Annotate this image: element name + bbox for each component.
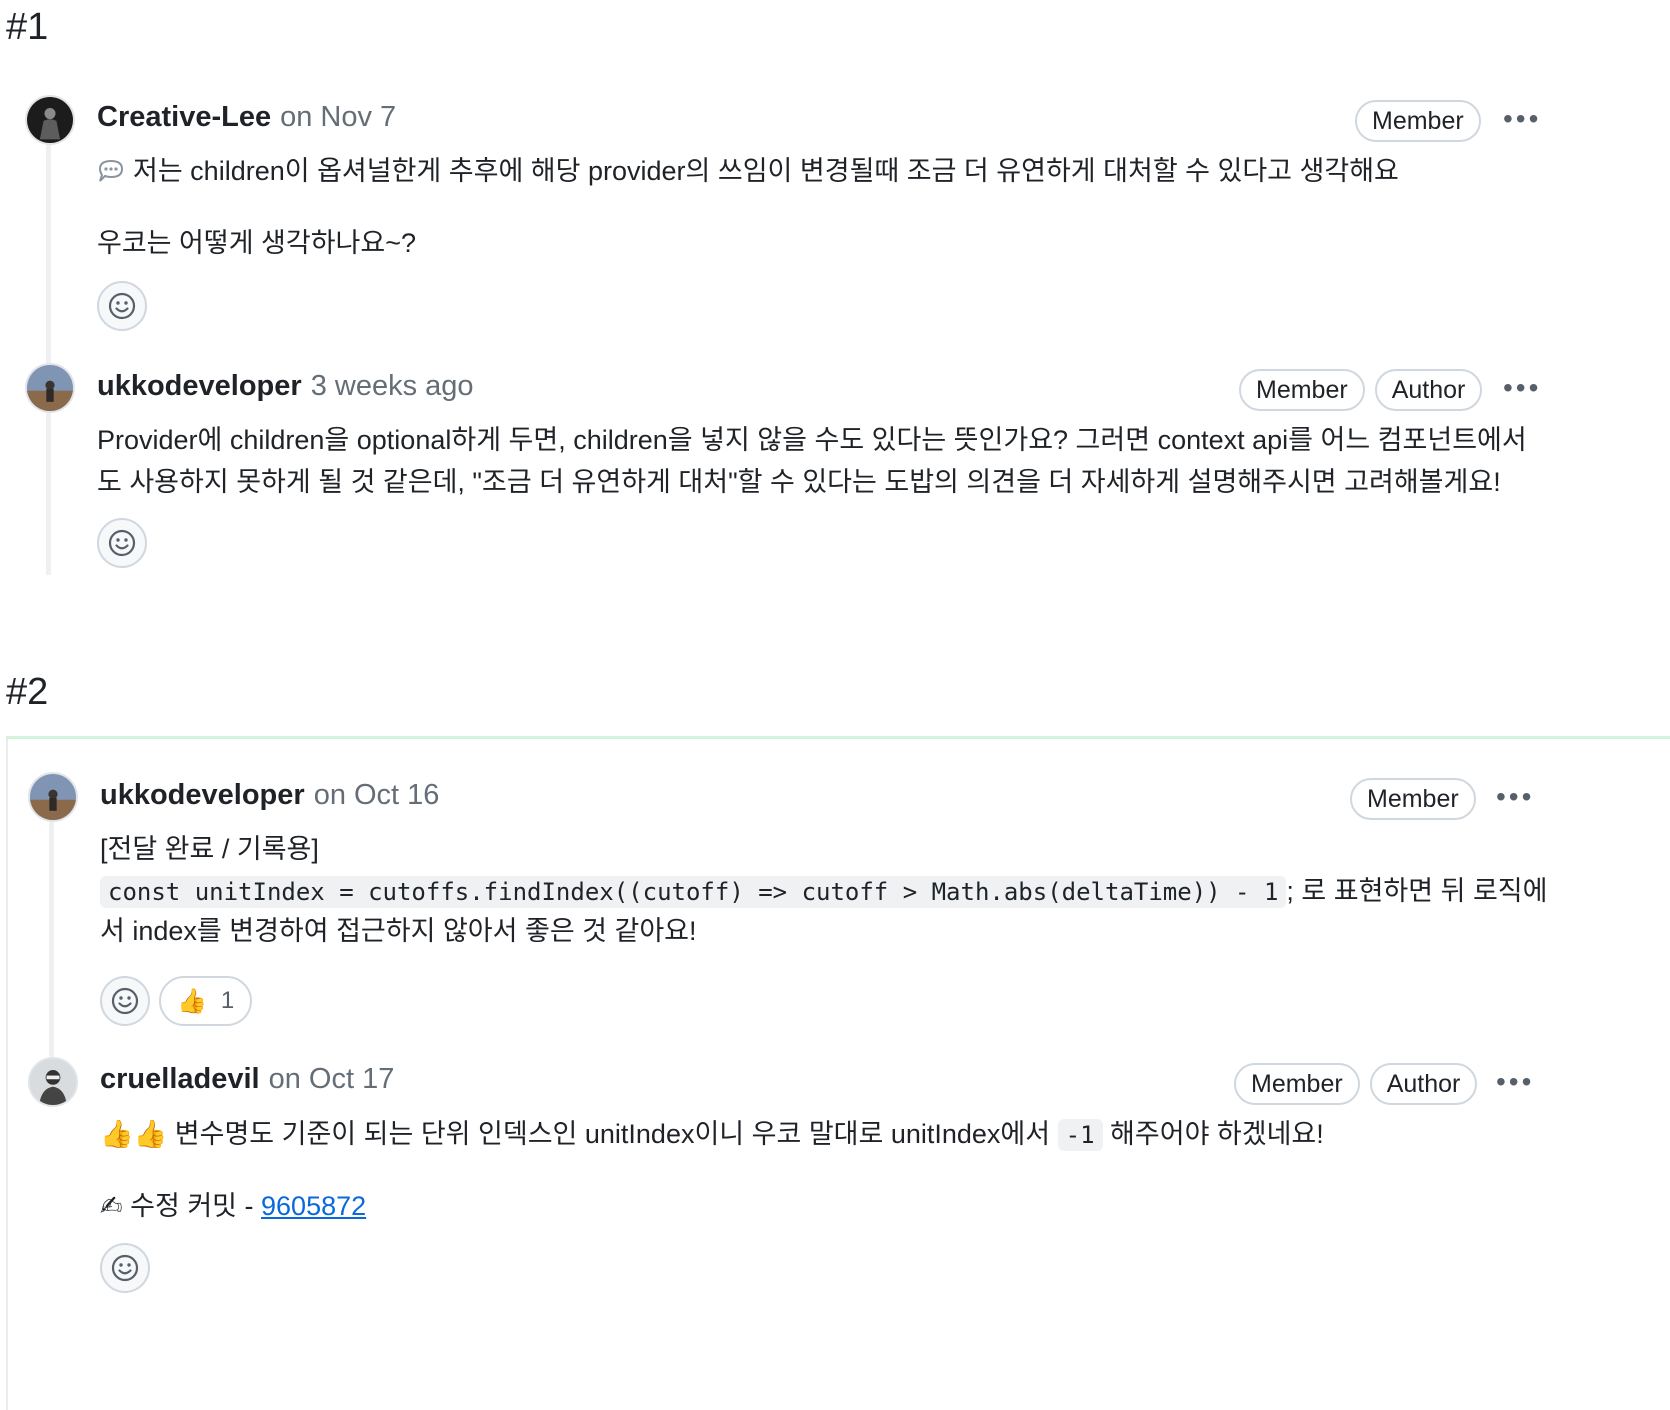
author-badge: Author bbox=[1374, 369, 1483, 411]
section-divider bbox=[6, 736, 1670, 739]
smiley-icon bbox=[111, 1254, 139, 1282]
comment-header: Creative-Lee on Nov 7 bbox=[97, 97, 396, 137]
add-reaction-button[interactable] bbox=[97, 518, 147, 568]
comment-date[interactable]: 3 weeks ago bbox=[311, 370, 474, 403]
badge-group: Member bbox=[1350, 778, 1476, 820]
speech-bubble-icon bbox=[98, 159, 124, 182]
comment-date[interactable]: on Oct 16 bbox=[314, 779, 440, 812]
comment-text: 수정 커밋 - bbox=[130, 1191, 254, 1221]
smiley-icon bbox=[111, 987, 139, 1015]
comment-date[interactable]: on Oct 17 bbox=[269, 1063, 395, 1096]
commit-link[interactable]: 9605872 bbox=[261, 1191, 366, 1221]
section-label-2: #2 bbox=[6, 671, 49, 713]
comment-text: 변수명도 기준이 되는 단위 인덱스인 unitIndex이니 우코 말대로 u… bbox=[174, 1119, 1051, 1149]
add-reaction-button[interactable] bbox=[97, 281, 147, 331]
thumbs-up-icon: 👍 bbox=[177, 987, 207, 1015]
badge-group: Member bbox=[1355, 100, 1481, 142]
comment-date[interactable]: on Nov 7 bbox=[280, 101, 396, 134]
thumbs-up-reaction[interactable]: 👍 1 bbox=[159, 976, 253, 1026]
author-name[interactable]: ukkodeveloper bbox=[97, 370, 302, 403]
section-label-1: #1 bbox=[6, 6, 49, 48]
smiley-icon bbox=[108, 292, 136, 320]
smiley-icon bbox=[108, 529, 136, 557]
member-badge: Member bbox=[1350, 778, 1476, 820]
comment-header: ukkodeveloper on Oct 16 bbox=[100, 775, 439, 815]
member-badge: Member bbox=[1355, 100, 1481, 142]
comment-body-line: 👍👍 변수명도 기준이 되는 단위 인덱스인 unitIndex이니 우코 말대… bbox=[100, 1113, 1324, 1156]
comment-body-line: ✍ 수정 커밋 - 9605872 bbox=[100, 1185, 366, 1227]
comment-paragraph: 도 사용하지 못하게 될 것 같은데, "조금 더 유연하게 대처"할 수 있다… bbox=[97, 467, 1501, 497]
comment-text: 서 index를 변경하여 접근하지 않아서 좋은 것 같아요! bbox=[100, 916, 697, 946]
reaction-count: 1 bbox=[220, 987, 235, 1014]
author-name[interactable]: Creative-Lee bbox=[97, 101, 271, 134]
badge-group: Member Author bbox=[1239, 369, 1483, 411]
thumbs-up-icon: 👍👍 bbox=[100, 1119, 168, 1149]
avatar-ukkodeveloper[interactable] bbox=[25, 363, 75, 413]
member-badge: Member bbox=[1239, 369, 1365, 411]
author-name[interactable]: cruelladevil bbox=[100, 1063, 260, 1096]
add-reaction-button[interactable] bbox=[100, 976, 150, 1026]
comment-body-line: 저는 children이 옵셔널한게 추후에 해당 provider의 쓰임이 … bbox=[97, 150, 1399, 192]
comment-paragraph: 저는 children이 옵셔널한게 추후에 해당 provider의 쓰임이 … bbox=[133, 156, 1399, 186]
author-name[interactable]: ukkodeveloper bbox=[100, 779, 305, 812]
comment-paragraph: 우코는 어떻게 생각하나요~? bbox=[97, 228, 417, 258]
more-options-button[interactable]: ••• bbox=[1496, 1068, 1534, 1096]
author-badge: Author bbox=[1369, 1063, 1478, 1105]
add-reaction-button[interactable] bbox=[100, 1243, 150, 1293]
more-options-button[interactable]: ••• bbox=[1503, 374, 1541, 402]
comment-header: ukkodeveloper 3 weeks ago bbox=[97, 366, 474, 406]
thread-border bbox=[6, 739, 8, 1410]
more-options-button[interactable]: ••• bbox=[1496, 783, 1534, 811]
comment-text: ; 로 표현하면 뒤 로직에 bbox=[1286, 876, 1548, 906]
member-badge: Member bbox=[1234, 1063, 1360, 1105]
timeline-line bbox=[46, 140, 51, 575]
avatar-cruelladevil[interactable] bbox=[28, 1057, 78, 1107]
more-options-button[interactable]: ••• bbox=[1503, 105, 1541, 133]
avatar-creative-lee[interactable] bbox=[25, 95, 75, 145]
inline-code: -1 bbox=[1057, 1119, 1103, 1151]
inline-code: const unitIndex = cutoffs.findIndex((cut… bbox=[100, 876, 1287, 908]
writing-hand-icon: ✍ bbox=[100, 1191, 123, 1221]
badge-group: Member Author bbox=[1234, 1063, 1478, 1105]
comment-text: 해주어야 하겠네요! bbox=[1110, 1119, 1324, 1149]
comment-body-line: const unitIndex = cutoffs.findIndex((cut… bbox=[100, 870, 1547, 913]
timeline-line bbox=[49, 820, 54, 1060]
comment-header: cruelladevil on Oct 17 bbox=[100, 1059, 394, 1099]
comment-paragraph: Provider에 children을 optional하게 두면, child… bbox=[97, 425, 1527, 455]
avatar-ukkodeveloper[interactable] bbox=[28, 772, 78, 822]
comment-heading: [전달 완료 / 기록용] bbox=[100, 834, 319, 864]
